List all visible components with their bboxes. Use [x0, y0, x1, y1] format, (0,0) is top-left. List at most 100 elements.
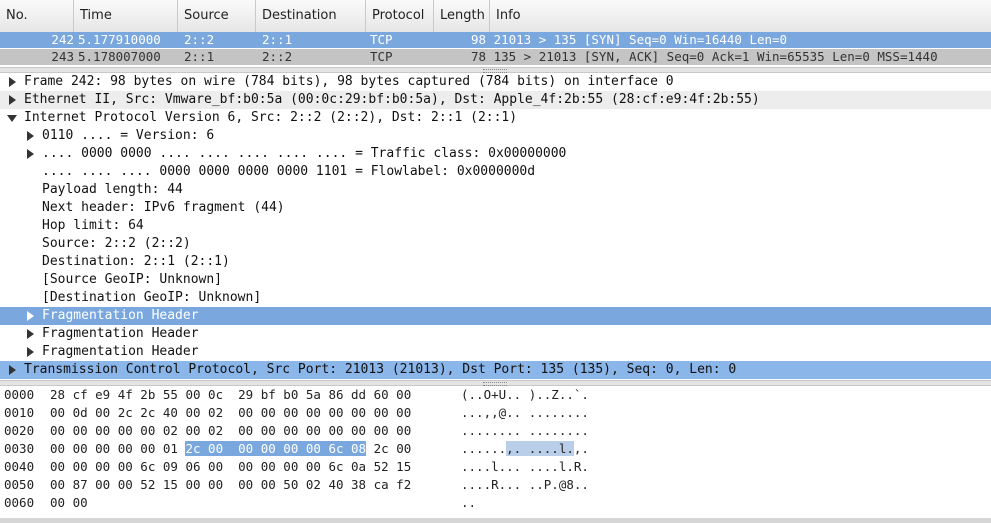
bytes-ascii[interactable]: ....R... ..P.@8..	[461, 476, 589, 494]
tree-item-label: .... 0000 0000 .... .... .... .... .... …	[42, 146, 567, 161]
tree-item-tcp[interactable]: Transmission Control Protocol, Src Port:…	[0, 361, 991, 379]
tree-item-label: Fragmentation Header	[42, 344, 199, 359]
tree-item-destination-geoip[interactable]: [Destination GeoIP: Unknown]	[0, 289, 991, 307]
packet-details-tree[interactable]: Frame 242: 98 bytes on wire (784 bits), …	[0, 73, 991, 380]
bytes-row: 0060 00 00 ..	[0, 494, 991, 512]
bytes-offset: 0010	[4, 405, 35, 420]
column-header-time[interactable]: Time	[74, 0, 178, 32]
expand-arrow-icon[interactable]	[24, 145, 36, 163]
bytes-row: 0040 00 00 00 00 6c 09 06 00 00 00 00 00…	[0, 458, 991, 476]
bytes-ascii[interactable]: (..O+U.. )..Z..`.	[461, 386, 589, 404]
packet-list-header: No. Time Source Destination Protocol Len…	[0, 0, 991, 33]
expand-arrow-icon[interactable]	[6, 73, 18, 91]
bytes-ascii-plain: ,.	[573, 441, 589, 456]
bytes-hex[interactable]: 00 00	[50, 494, 88, 512]
bytes-hex[interactable]: 00 00 00 00 00 01 2c 00 00 00 00 00 6c 0…	[50, 440, 411, 458]
bytes-hex[interactable]: 00 0d 00 2c 2c 40 00 02 00 00 00 00 00 0…	[50, 404, 411, 422]
column-header-info[interactable]: Info	[490, 0, 991, 32]
tree-item-traffic-class[interactable]: .... 0000 0000 .... .... .... .... .... …	[0, 145, 991, 163]
bytes-hex[interactable]: 00 87 00 00 52 15 00 00 00 00 50 02 40 3…	[50, 476, 411, 494]
tree-item-label: Fragmentation Header	[42, 308, 199, 323]
packet-info: 78 135 > 21013 [SYN, ACK] Seq=0 Ack=1 Wi…	[471, 49, 938, 64]
bytes-ascii[interactable]: ......,. ....l.,.	[461, 440, 589, 458]
tree-item-fragmentation-header[interactable]: Fragmentation Header	[0, 307, 991, 325]
tree-item-label: Frame 242: 98 bytes on wire (784 bits), …	[24, 74, 674, 89]
bytes-ascii[interactable]: ...,,@.. ........	[461, 404, 589, 422]
tree-item-source-geoip[interactable]: [Source GeoIP: Unknown]	[0, 271, 991, 289]
bytes-hex-plain: 2c 00	[366, 441, 412, 456]
packet-info: 98 21013 > 135 [SYN] Seq=0 Win=16440 Len…	[471, 32, 788, 47]
packet-row[interactable]: 242 5.177910000 2::2 2::1 TCP 98 21013 >…	[0, 32, 991, 48]
expand-arrow-icon[interactable]	[24, 325, 36, 343]
packet-protocol: TCP	[370, 49, 393, 64]
expand-arrow-icon[interactable]	[6, 91, 18, 109]
bytes-offset: 0060	[4, 495, 35, 510]
column-header-no[interactable]: No.	[0, 0, 74, 32]
bytes-row: 0030 00 00 00 00 00 01 2c 00 00 00 00 00…	[0, 440, 991, 458]
tree-item-label: Fragmentation Header	[42, 326, 199, 341]
tree-item-source[interactable]: Source: 2::2 (2::2)	[0, 235, 991, 253]
packet-source: 2::1	[184, 49, 215, 64]
tree-item-fragmentation-header[interactable]: Fragmentation Header	[0, 343, 991, 361]
bytes-hex[interactable]: 00 00 00 00 00 02 00 02 00 00 00 00 00 0…	[50, 422, 411, 440]
tree-item-label: .... .... .... 0000 0000 0000 0000 1101 …	[42, 164, 536, 179]
expand-arrow-icon[interactable]	[24, 127, 36, 145]
packet-bytes-pane[interactable]: 0000 28 cf e9 4f 2b 55 00 0c 29 bf b0 5a…	[0, 386, 991, 518]
tree-item-label: Next header: IPv6 fragment (44)	[42, 200, 285, 215]
tree-item-label: Source: 2::2 (2::2)	[42, 236, 191, 251]
packet-source: 2::2	[184, 32, 215, 47]
bytes-hex-highlight: 2c 00 00 00 00 00 6c 08	[185, 441, 367, 456]
bytes-ascii-highlight: ,. ....l.	[506, 441, 574, 456]
packet-protocol: TCP	[370, 32, 393, 47]
tree-item-label: [Destination GeoIP: Unknown]	[42, 290, 262, 305]
tree-item-label: Hop limit: 64	[42, 218, 144, 233]
bytes-offset: 0000	[4, 387, 35, 402]
column-header-destination[interactable]: Destination	[256, 0, 366, 32]
packet-time: 5.178007000	[78, 49, 161, 64]
column-header-protocol[interactable]: Protocol	[366, 0, 434, 32]
expand-arrow-icon[interactable]	[6, 361, 18, 379]
tree-item-hop-limit[interactable]: Hop limit: 64	[0, 217, 991, 235]
packet-destination: 2::1	[262, 32, 293, 47]
tree-item-version[interactable]: 0110 .... = Version: 6	[0, 127, 991, 145]
bytes-row: 0020 00 00 00 00 00 02 00 02 00 00 00 00…	[0, 422, 991, 440]
expand-arrow-icon[interactable]	[24, 343, 36, 361]
tree-item-label: [Source GeoIP: Unknown]	[42, 272, 223, 287]
packet-list[interactable]: No. Time Source Destination Protocol Len…	[0, 0, 991, 68]
bytes-row: 0050 00 87 00 00 52 15 00 00 00 00 50 02…	[0, 476, 991, 494]
bytes-hex-plain: 00 00 00 00 00 01	[50, 441, 186, 456]
bytes-offset: 0020	[4, 423, 35, 438]
tree-item-ipv6[interactable]: Internet Protocol Version 6, Src: 2::2 (…	[0, 109, 991, 127]
bytes-hex[interactable]: 28 cf e9 4f 2b 55 00 0c 29 bf b0 5a 86 d…	[50, 386, 411, 404]
status-bar	[0, 518, 991, 523]
tree-item-label: Ethernet II, Src: Vmware_bf:b0:5a (00:0c…	[24, 92, 760, 107]
tree-item-label: Internet Protocol Version 6, Src: 2::2 (…	[24, 110, 518, 125]
tree-item-next-header[interactable]: Next header: IPv6 fragment (44)	[0, 199, 991, 217]
tree-item-flowlabel[interactable]: .... .... .... 0000 0000 0000 0000 1101 …	[0, 163, 991, 181]
packet-no: 242	[51, 32, 74, 47]
column-header-length[interactable]: Length	[434, 0, 490, 32]
bytes-ascii[interactable]: ........ ........	[461, 422, 589, 440]
bytes-ascii[interactable]: ....l... ....l.R.	[461, 458, 589, 476]
collapse-arrow-icon[interactable]	[6, 109, 18, 127]
column-header-source[interactable]: Source	[178, 0, 256, 32]
bytes-offset: 0030	[4, 441, 35, 456]
tree-item-ethernet[interactable]: Ethernet II, Src: Vmware_bf:b0:5a (00:0c…	[0, 91, 991, 109]
tree-item-payload-length[interactable]: Payload length: 44	[0, 181, 991, 199]
bytes-offset: 0040	[4, 459, 35, 474]
tree-item-destination[interactable]: Destination: 2::1 (2::1)	[0, 253, 991, 271]
tree-item-fragmentation-header[interactable]: Fragmentation Header	[0, 325, 991, 343]
tree-item-label: Transmission Control Protocol, Src Port:…	[24, 362, 737, 377]
tree-item-frame[interactable]: Frame 242: 98 bytes on wire (784 bits), …	[0, 73, 991, 91]
tree-item-label: 0110 .... = Version: 6	[42, 128, 215, 143]
tree-item-label: Payload length: 44	[42, 182, 183, 197]
bytes-row: 0000 28 cf e9 4f 2b 55 00 0c 29 bf b0 5a…	[0, 386, 991, 404]
bytes-offset: 0050	[4, 477, 35, 492]
packet-row[interactable]: 243 5.178007000 2::1 2::2 TCP 78 135 > 2…	[0, 49, 991, 65]
expand-arrow-icon[interactable]	[24, 307, 36, 325]
bytes-hex[interactable]: 00 00 00 00 6c 09 06 00 00 00 00 00 6c 0…	[50, 458, 411, 476]
bytes-ascii-plain: ......	[461, 441, 507, 456]
tree-item-label: Destination: 2::1 (2::1)	[42, 254, 230, 269]
packet-time: 5.177910000	[78, 32, 161, 47]
bytes-ascii[interactable]: ..	[461, 494, 476, 512]
